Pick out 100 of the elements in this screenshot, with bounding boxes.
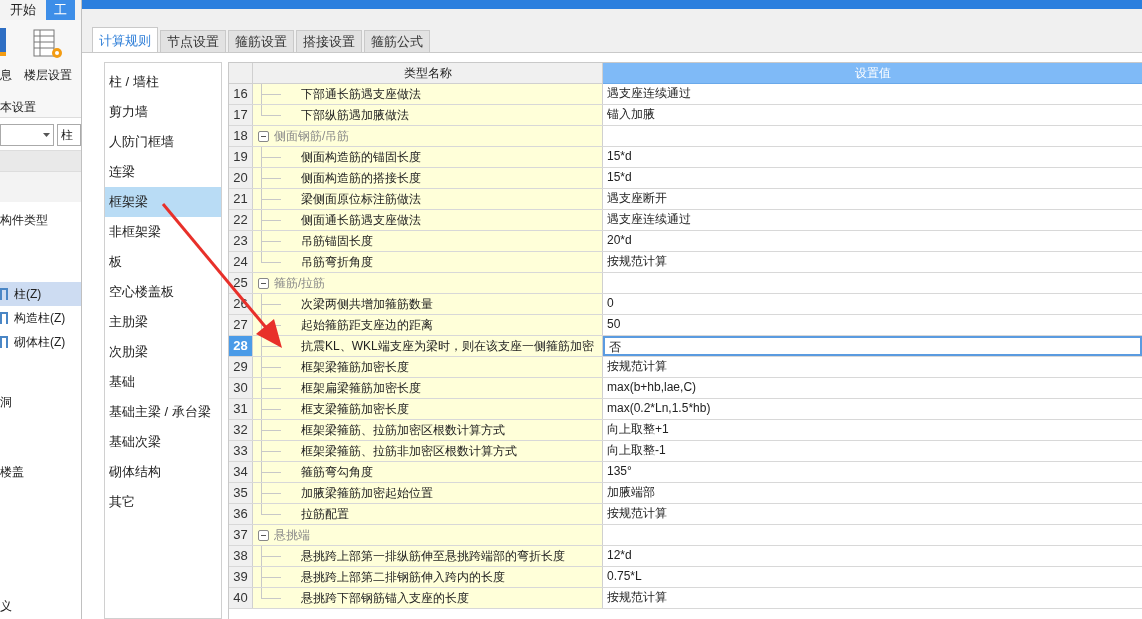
table-row[interactable]: 40 悬挑跨下部钢筋锚入支座的长度 按规范计算 xyxy=(229,588,1142,609)
table-row[interactable]: 17 下部纵筋遇加腋做法 锚入加腋 xyxy=(229,105,1142,126)
category-item[interactable]: 主肋梁 xyxy=(105,307,221,337)
setting-name: 吊筋弯折角度 xyxy=(301,254,373,271)
row-number: 18 xyxy=(229,126,253,146)
setting-name: 框架梁箍筋、拉筋非加密区根数计算方式 xyxy=(301,443,517,460)
table-row[interactable]: 25 箍筋/拉筋 xyxy=(229,273,1142,294)
category-item[interactable]: 人防门框墙 xyxy=(105,127,221,157)
ribbon-button[interactable]: 楼层设置 xyxy=(24,66,72,84)
setting-name: 侧面通长筋遇支座做法 xyxy=(301,212,421,229)
setting-name: 下部通长筋遇支座做法 xyxy=(301,86,421,103)
tree-item[interactable]: 构造柱(Z) xyxy=(0,306,81,330)
group-label: 侧面钢筋/吊筋 xyxy=(274,128,350,145)
row-number: 22 xyxy=(229,210,253,230)
dialog-tab[interactable]: 计算规则 xyxy=(92,27,158,52)
setting-name: 框支梁箍筋加密长度 xyxy=(301,401,409,418)
setting-name: 悬挑跨下部钢筋锚入支座的长度 xyxy=(301,590,469,607)
setting-name: 悬挑跨上部第二排钢筋伸入跨内的长度 xyxy=(301,569,505,586)
category-item[interactable]: 基础 xyxy=(105,367,221,397)
row-number: 38 xyxy=(229,546,253,566)
tree-item[interactable]: 义 xyxy=(0,594,81,618)
table-row[interactable]: 27 起始箍筋距支座边的距离 50 xyxy=(229,315,1142,336)
ribbon-button[interactable]: 息 xyxy=(0,66,12,84)
tree-item[interactable]: 楼盖 xyxy=(0,450,81,494)
category-item[interactable]: 基础次梁 xyxy=(105,427,221,457)
filter-field[interactable]: 柱 xyxy=(57,124,81,146)
row-number: 29 xyxy=(229,357,253,377)
category-item[interactable]: 基础主梁 / 承台梁 xyxy=(105,397,221,427)
row-number: 40 xyxy=(229,588,253,608)
collapse-icon[interactable] xyxy=(258,277,269,289)
table-row[interactable]: 21 梁侧面原位标注筋做法 遇支座断开 xyxy=(229,189,1142,210)
row-number: 16 xyxy=(229,84,253,104)
table-row[interactable]: 16 下部通长筋遇支座做法 遇支座连续通过 xyxy=(229,84,1142,105)
tree-item[interactable]: 柱(Z) xyxy=(0,282,81,306)
table-row[interactable]: 38 悬挑跨上部第一排纵筋伸至悬挑跨端部的弯折长度 12*d xyxy=(229,546,1142,567)
dialog-tab[interactable]: 箍筋公式 xyxy=(364,30,430,52)
dialog-tab[interactable]: 搭接设置 xyxy=(296,30,362,52)
category-item[interactable]: 连梁 xyxy=(105,157,221,187)
category-item[interactable]: 其它 xyxy=(105,487,221,517)
row-number: 20 xyxy=(229,168,253,188)
row-number: 19 xyxy=(229,147,253,167)
table-row[interactable]: 30 框架扁梁箍筋加密长度 max(b+hb,lae,C) xyxy=(229,378,1142,399)
category-item[interactable]: 砌体结构 xyxy=(105,457,221,487)
category-item[interactable]: 次肋梁 xyxy=(105,337,221,367)
row-number: 17 xyxy=(229,105,253,125)
row-number: 32 xyxy=(229,420,253,440)
row-number: 35 xyxy=(229,483,253,503)
category-item[interactable]: 柱 / 墙柱 xyxy=(105,67,221,97)
category-item[interactable]: 框架梁 xyxy=(105,187,221,217)
table-row[interactable]: 33 框架梁箍筋、拉筋非加密区根数计算方式 向上取整-1 xyxy=(229,441,1142,462)
tree-header: 构件类型 xyxy=(0,212,49,229)
table-row[interactable]: 22 侧面通长筋遇支座做法 遇支座连续通过 xyxy=(229,210,1142,231)
column-icon xyxy=(0,336,8,348)
dialog-tab[interactable]: 箍筋设置 xyxy=(228,30,294,52)
setting-name: 框架梁箍筋、拉筋加密区根数计算方式 xyxy=(301,422,505,439)
row-number: 31 xyxy=(229,399,253,419)
category-item[interactable]: 剪力墙 xyxy=(105,97,221,127)
row-number: 36 xyxy=(229,504,253,524)
table-row[interactable]: 29 框架梁箍筋加密长度 按规范计算 xyxy=(229,357,1142,378)
category-item[interactable]: 板 xyxy=(105,247,221,277)
table-row[interactable]: 36 拉筋配置 按规范计算 xyxy=(229,504,1142,525)
table-row[interactable]: 34 箍筋弯勾角度 135° xyxy=(229,462,1142,483)
info-icon xyxy=(0,28,6,56)
row-number: 21 xyxy=(229,189,253,209)
collapse-icon[interactable] xyxy=(258,529,269,541)
dialog-tab[interactable]: 节点设置 xyxy=(160,30,226,52)
row-number: 39 xyxy=(229,567,253,587)
row-number: 27 xyxy=(229,315,253,335)
column-icon xyxy=(0,312,8,324)
ribbon-group-label: 本设置 xyxy=(0,96,81,118)
table-row[interactable]: 39 悬挑跨上部第二排钢筋伸入跨内的长度 0.75*L xyxy=(229,567,1142,588)
ribbon-tab[interactable]: 开始 xyxy=(10,0,36,20)
tree-item[interactable]: 砌体柱(Z) xyxy=(0,330,81,354)
table-row[interactable]: 24 吊筋弯折角度 按规范计算 xyxy=(229,252,1142,273)
setting-name: 抗震KL、WKL端支座为梁时，则在该支座一侧箍筋加密 xyxy=(301,338,594,355)
group-label: 悬挑端 xyxy=(274,527,310,544)
table-row[interactable]: 32 框架梁箍筋、拉筋加密区根数计算方式 向上取整+1 xyxy=(229,420,1142,441)
table-row[interactable]: 37 悬挑端 xyxy=(229,525,1142,546)
table-row[interactable]: 23 吊筋锚固长度 20*d xyxy=(229,231,1142,252)
table-row[interactable]: 19 侧面构造筋的锚固长度 15*d xyxy=(229,147,1142,168)
setting-name: 框架梁箍筋加密长度 xyxy=(301,359,409,376)
collapse-icon[interactable] xyxy=(258,130,269,142)
setting-name: 下部纵筋遇加腋做法 xyxy=(301,107,409,124)
tree-item[interactable]: 洞 xyxy=(0,380,81,424)
column-header[interactable]: 类型名称 xyxy=(253,63,603,84)
table-row[interactable]: 18 侧面钢筋/吊筋 xyxy=(229,126,1142,147)
setting-name: 拉筋配置 xyxy=(301,506,349,523)
caret-icon xyxy=(43,133,50,137)
table-row[interactable]: 20 侧面构造筋的搭接长度 15*d xyxy=(229,168,1142,189)
table-row[interactable]: 31 框支梁箍筋加密长度 max(0.2*Ln,1.5*hb) xyxy=(229,399,1142,420)
table-row[interactable]: 35 加腋梁箍筋加密起始位置 加腋端部 xyxy=(229,483,1142,504)
setting-name: 吊筋锚固长度 xyxy=(301,233,373,250)
setting-name: 侧面构造筋的锚固长度 xyxy=(301,149,421,166)
category-item[interactable]: 非框架梁 xyxy=(105,217,221,247)
table-row[interactable]: 28 抗震KL、WKL端支座为梁时，则在该支座一侧箍筋加密 否 xyxy=(229,336,1142,357)
row-number: 30 xyxy=(229,378,253,398)
category-item[interactable]: 空心楼盖板 xyxy=(105,277,221,307)
setting-name: 箍筋弯勾角度 xyxy=(301,464,373,481)
row-number: 24 xyxy=(229,252,253,272)
setting-value[interactable]: 否 xyxy=(603,336,1142,356)
